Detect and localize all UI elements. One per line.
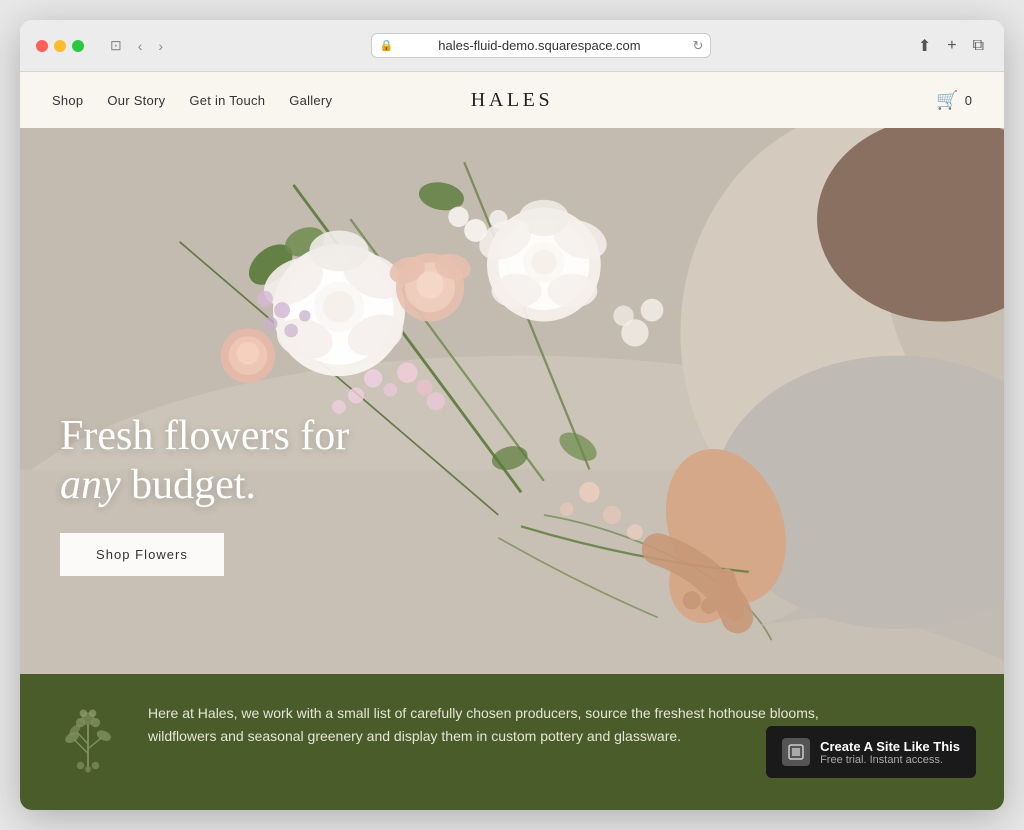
back-button[interactable]: ‹ [132, 34, 149, 58]
forward-button[interactable]: › [152, 34, 169, 58]
hero-text: Fresh flowers for any budget. Shop Flowe… [60, 412, 349, 576]
maximize-button[interactable] [72, 40, 84, 52]
site-nav: Shop Our Story Get in Touch Gallery HALE… [20, 72, 1004, 128]
shop-flowers-button[interactable]: Shop Flowers [60, 533, 224, 576]
browser-window: ⊡ ‹ › 🔒 ↻ ⬆ + ⧉ Shop Our Story Get in To… [20, 20, 1004, 810]
nav-cart[interactable]: 🛒 0 [936, 90, 972, 111]
traffic-lights [36, 40, 84, 52]
squarespace-icon [782, 738, 810, 766]
share-button[interactable]: ⬆ [914, 32, 935, 60]
url-input[interactable] [371, 33, 711, 58]
cart-count: 0 [965, 93, 972, 108]
nav-left: Shop Our Story Get in Touch Gallery [52, 93, 332, 108]
cart-icon: 🛒 [936, 90, 958, 111]
hero-headline: Fresh flowers for any budget. [60, 412, 349, 509]
tab-overview-button[interactable]: ⧉ [969, 33, 988, 59]
banner-main-text: Create A Site Like This [820, 739, 960, 754]
site-content: Shop Our Story Get in Touch Gallery HALE… [20, 72, 1004, 810]
reload-icon[interactable]: ↻ [693, 38, 704, 54]
browser-actions: ⬆ + ⧉ [914, 32, 988, 60]
minimize-button[interactable] [54, 40, 66, 52]
flower-arrangement [20, 128, 1004, 674]
hero-section: Fresh flowers for any budget. Shop Flowe… [20, 128, 1004, 674]
create-site-banner[interactable]: Create A Site Like This Free trial. Inst… [766, 726, 976, 778]
banner-text: Create A Site Like This Free trial. Inst… [820, 739, 960, 766]
banner-sub-text: Free trial. Instant access. [820, 754, 960, 766]
nav-our-story[interactable]: Our Story [107, 93, 165, 108]
tab-view-button[interactable]: ⊡ [104, 33, 128, 58]
lock-icon: 🔒 [379, 39, 393, 52]
nav-gallery[interactable]: Gallery [289, 93, 332, 108]
nav-get-in-touch[interactable]: Get in Touch [189, 93, 265, 108]
browser-controls: ⊡ ‹ › [104, 33, 169, 58]
bottom-description: Here at Hales, we work with a small list… [148, 702, 828, 747]
close-button[interactable] [36, 40, 48, 52]
new-tab-button[interactable]: + [943, 33, 960, 59]
address-bar: 🔒 ↻ [181, 33, 902, 58]
floral-icon [60, 702, 116, 782]
site-logo[interactable]: HALES [471, 89, 553, 112]
nav-shop[interactable]: Shop [52, 93, 83, 108]
browser-chrome: ⊡ ‹ › 🔒 ↻ ⬆ + ⧉ [20, 20, 1004, 72]
